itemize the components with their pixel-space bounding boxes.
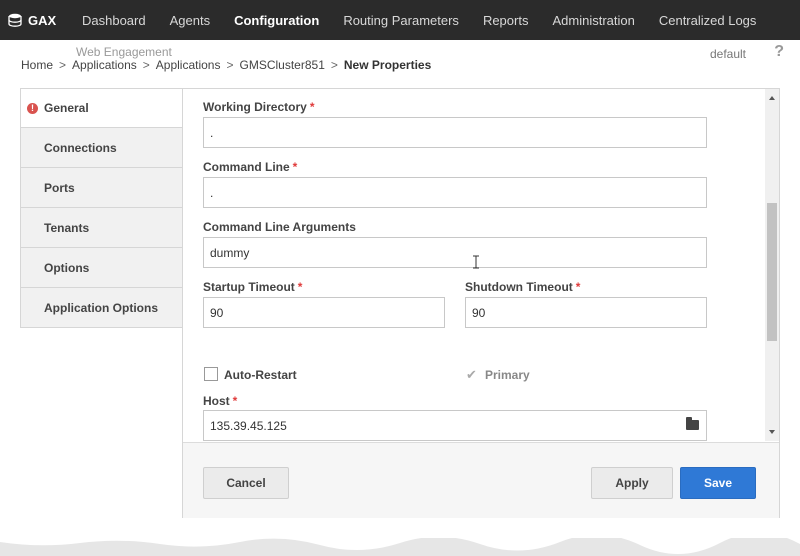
scrollbar-thumb[interactable] [767, 203, 777, 341]
sub-breadcrumb[interactable]: Web Engagement [76, 45, 172, 59]
property-sidebar: ! General Connections Ports Tenants Opti… [20, 88, 183, 328]
form-footer: Cancel Apply Save [183, 442, 779, 518]
working-directory-label: Working Directory * [203, 100, 315, 114]
sidebar-item-label: Ports [44, 180, 75, 195]
command-line-arguments-label: Command Line Arguments [203, 220, 356, 234]
breadcrumb-applications[interactable]: Applications [72, 58, 137, 72]
torn-edge-decoration [0, 538, 800, 556]
auto-restart-checkbox[interactable] [204, 367, 218, 381]
command-line-label: Command Line * [203, 160, 298, 174]
breadcrumb-separator: > [330, 58, 338, 72]
host-input[interactable]: 135.39.45.125 [203, 410, 707, 441]
sidebar-item-label: Application Options [44, 300, 158, 315]
nav-dashboard[interactable]: Dashboard [70, 0, 158, 40]
nav-reports[interactable]: Reports [471, 0, 541, 40]
text-cursor-icon [473, 255, 479, 269]
breadcrumb-separator: > [226, 58, 234, 72]
required-marker: * [297, 280, 303, 294]
folder-icon[interactable] [686, 417, 699, 430]
logo-text: GAX [28, 12, 57, 28]
form-scroll-area[interactable]: Working Directory * . Command Line * . Com… [183, 89, 765, 441]
cancel-button[interactable]: Cancel [203, 467, 289, 499]
sidebar-item-options[interactable]: Options [20, 248, 183, 288]
breadcrumb-separator: > [142, 58, 150, 72]
sidebar-item-label: General [44, 101, 89, 115]
startup-timeout-label: Startup Timeout * [203, 280, 303, 294]
required-marker: * [575, 280, 581, 294]
sidebar-item-general[interactable]: ! General [20, 88, 183, 128]
working-directory-input[interactable]: . [203, 117, 707, 148]
tenant-selector[interactable]: default [710, 47, 746, 61]
sidebar-item-label: Tenants [44, 220, 90, 235]
sidebar-item-tenants[interactable]: Tenants [20, 208, 183, 248]
save-button[interactable]: Save [680, 467, 756, 499]
scroll-up-icon[interactable] [765, 91, 779, 105]
command-line-input[interactable]: . [203, 177, 707, 208]
required-marker: * [292, 160, 298, 174]
nav-administration[interactable]: Administration [540, 0, 646, 40]
scroll-down-icon[interactable] [765, 425, 779, 439]
auto-restart-label: Auto-Restart [224, 368, 297, 382]
shutdown-timeout-input[interactable]: 90 [465, 297, 707, 328]
breadcrumb-gmscluster[interactable]: GMSCluster851 [240, 58, 325, 72]
startup-timeout-input[interactable]: 90 [203, 297, 445, 328]
breadcrumb-area: Web Engagement Home > Applications > App… [0, 40, 800, 88]
top-nav-bar: GAX Dashboard Agents Configuration Routi… [0, 0, 800, 40]
command-line-arguments-input[interactable]: dummy [203, 237, 707, 268]
form-scrollbar[interactable] [765, 89, 779, 441]
host-value: 135.39.45.125 [210, 418, 287, 433]
nav-agents[interactable]: Agents [158, 0, 222, 40]
help-icon[interactable]: ? [774, 43, 784, 61]
properties-panel: Working Directory * . Command Line * . Com… [182, 88, 780, 518]
nav-centralized-logs[interactable]: Centralized Logs [647, 0, 769, 40]
sidebar-item-connections[interactable]: Connections [20, 128, 183, 168]
gax-logo[interactable]: GAX [0, 13, 70, 28]
sidebar-item-ports[interactable]: Ports [20, 168, 183, 208]
primary-label: Primary [485, 368, 530, 382]
error-icon: ! [27, 102, 38, 114]
breadcrumb: Home > Applications > Applications > GMS… [21, 58, 431, 72]
sidebar-item-application-options[interactable]: Application Options [20, 288, 183, 328]
sidebar-item-label: Connections [44, 140, 117, 155]
breadcrumb-separator: > [59, 58, 67, 72]
database-icon [8, 13, 22, 27]
required-marker: * [232, 394, 238, 408]
nav-routing-parameters[interactable]: Routing Parameters [331, 0, 471, 40]
breadcrumb-applications-folder[interactable]: Applications [156, 58, 221, 72]
apply-button[interactable]: Apply [591, 467, 673, 499]
sidebar-item-label: Options [44, 260, 90, 275]
shutdown-timeout-label: Shutdown Timeout * [465, 280, 581, 294]
primary-check-icon[interactable]: ✔ [466, 367, 477, 383]
nav-configuration[interactable]: Configuration [222, 0, 331, 40]
breadcrumb-home[interactable]: Home [21, 58, 53, 72]
required-marker: * [309, 100, 315, 114]
breadcrumb-current: New Properties [343, 58, 432, 72]
host-label: Host * [203, 394, 238, 408]
